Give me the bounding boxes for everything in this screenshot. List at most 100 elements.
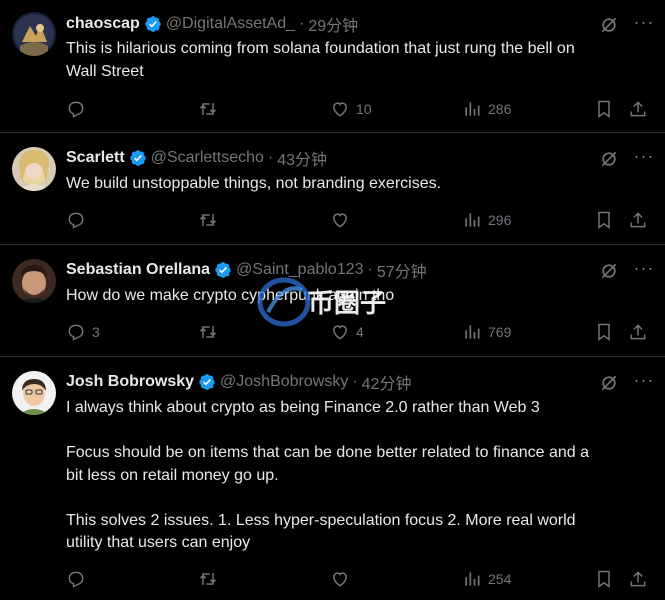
avatar[interactable] [12, 259, 56, 303]
repost-icon [199, 326, 217, 338]
author-handle[interactable]: @Scarlettsecho [151, 149, 264, 167]
share-icon [630, 212, 646, 228]
more-icon[interactable]: ··· [633, 13, 655, 35]
views-icon [465, 325, 480, 339]
reply-icon [68, 212, 84, 229]
bookmark-icon [598, 211, 610, 229]
bookmark-button[interactable] [594, 208, 614, 232]
avatar-image [12, 12, 56, 56]
like-count: 10 [356, 101, 372, 117]
bookmark-icon [598, 570, 610, 588]
views-count: 769 [488, 324, 512, 340]
bookmark-button[interactable] [594, 97, 614, 121]
views-count: 286 [488, 101, 512, 117]
bookmark-icon [598, 323, 610, 341]
tweet[interactable]: chaoscap @DigitalAssetAd_ · 29分钟 ··· Thi… [0, 0, 665, 133]
tweet-text: How do we make crypto cypherpunk again t… [66, 287, 395, 304]
grok-icon[interactable] [599, 149, 619, 169]
timestamp[interactable]: 29分钟 [308, 12, 358, 36]
tweet-header: Sebastian Orellana @Saint_pablo123 · 57分… [66, 259, 427, 281]
share-button[interactable] [628, 97, 648, 121]
avatar[interactable] [12, 147, 56, 191]
avatar-image [12, 147, 56, 191]
more-icon[interactable]: ··· [633, 147, 655, 169]
reply-button[interactable]: 3 [66, 320, 100, 344]
views-count: 296 [488, 212, 512, 228]
separator: · [367, 261, 373, 278]
share-button[interactable] [628, 208, 648, 232]
bookmark-icon [598, 100, 610, 118]
tweet-text: This is hilarious coming from solana fou… [66, 40, 575, 80]
repost-button[interactable] [198, 320, 224, 344]
share-icon [630, 571, 646, 587]
separator: · [352, 373, 358, 390]
repost-button[interactable] [198, 208, 224, 232]
tweet-actions: 296 [0, 208, 665, 232]
share-icon [630, 324, 646, 340]
views-button[interactable]: 769 [462, 320, 511, 344]
tweet-text: I always think about crypto as being Fin… [66, 399, 590, 551]
like-icon [332, 572, 348, 587]
bookmark-button[interactable] [594, 567, 614, 591]
avatar[interactable] [12, 371, 56, 415]
author-handle[interactable]: @DigitalAssetAd_ [166, 15, 295, 33]
timestamp[interactable]: 43分钟 [277, 146, 327, 170]
repost-button[interactable] [198, 567, 224, 591]
reply-icon [68, 571, 84, 588]
tweet[interactable]: Josh Bobrowsky @JoshBobrowsky · 42分钟 ···… [0, 357, 665, 600]
tweet-actions: 3 4 769 [0, 320, 665, 344]
tweet-actions: 10 286 [0, 97, 665, 121]
author-handle[interactable]: @Saint_pablo123 [236, 261, 363, 279]
reply-button[interactable] [66, 208, 92, 232]
reply-button[interactable] [66, 567, 92, 591]
grok-icon[interactable] [599, 15, 619, 35]
views-icon [465, 213, 480, 227]
verified-badge-icon [145, 16, 161, 32]
like-icon [332, 325, 348, 340]
avatar-image [12, 371, 56, 415]
share-button[interactable] [628, 320, 648, 344]
more-icon[interactable]: ··· [633, 259, 655, 281]
avatar[interactable] [12, 12, 56, 56]
separator: · [267, 149, 274, 166]
like-button[interactable] [330, 208, 356, 232]
repost-icon [199, 103, 217, 115]
more-icon[interactable]: ··· [633, 371, 655, 393]
separator: · [299, 15, 305, 32]
verified-badge-icon [199, 374, 215, 390]
author-name[interactable]: Scarlett [66, 149, 125, 167]
repost-icon [199, 573, 217, 585]
views-count: 254 [488, 571, 512, 587]
like-count: 4 [356, 324, 364, 340]
reply-count: 3 [92, 324, 100, 340]
verified-badge-icon [130, 150, 146, 166]
like-button[interactable] [330, 567, 356, 591]
share-button[interactable] [628, 567, 648, 591]
views-button[interactable]: 296 [462, 208, 511, 232]
like-icon [332, 213, 348, 228]
share-icon [630, 101, 646, 117]
avatar-image [12, 259, 56, 303]
author-name[interactable]: Josh Bobrowsky [66, 373, 194, 391]
like-button[interactable]: 10 [330, 97, 372, 121]
grok-icon[interactable] [599, 373, 619, 393]
like-button[interactable]: 4 [330, 320, 364, 344]
tweet[interactable]: Sebastian Orellana @Saint_pablo123 · 57分… [0, 245, 665, 357]
repost-button[interactable] [198, 97, 224, 121]
tweet[interactable]: Scarlett @Scarlettsecho · 43分钟 ··· We bu… [0, 133, 665, 245]
grok-icon[interactable] [599, 261, 619, 281]
reply-button[interactable] [66, 97, 92, 121]
views-button[interactable]: 254 [462, 567, 511, 591]
author-name[interactable]: chaoscap [66, 15, 140, 33]
author-name[interactable]: Sebastian Orellana [66, 261, 210, 279]
tweet-header: Josh Bobrowsky @JoshBobrowsky · 42分钟 [66, 371, 411, 393]
timestamp[interactable]: 57分钟 [377, 258, 427, 282]
views-icon [465, 572, 480, 586]
repost-icon [199, 214, 217, 226]
timestamp[interactable]: 42分钟 [362, 370, 412, 394]
views-button[interactable]: 286 [462, 97, 511, 121]
tweet-actions: 254 [0, 567, 665, 591]
author-handle[interactable]: @JoshBobrowsky [220, 373, 348, 391]
bookmark-button[interactable] [594, 320, 614, 344]
reply-icon [68, 101, 84, 118]
